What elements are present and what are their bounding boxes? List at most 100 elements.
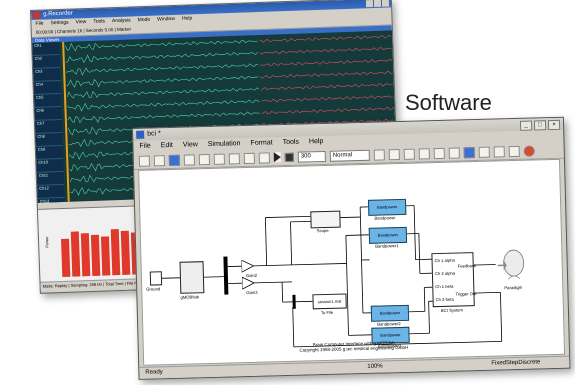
gain3-label: Gain3 bbox=[246, 289, 258, 296]
channel-label: Ch6 bbox=[34, 106, 62, 121]
bandpower-label-0: Bandpower bbox=[374, 215, 396, 221]
close-button[interactable] bbox=[381, 0, 390, 7]
mux-block[interactable] bbox=[292, 294, 296, 309]
menu-help[interactable]: Help bbox=[182, 14, 193, 22]
tofile-label: To File bbox=[320, 309, 334, 316]
run-icon[interactable] bbox=[273, 152, 281, 163]
power-bar bbox=[120, 230, 131, 275]
bci-output-0: Feedback bbox=[457, 263, 477, 269]
bci-input-3: Ch 2 beta bbox=[435, 296, 454, 303]
power-bar bbox=[70, 231, 81, 277]
eeg-trace bbox=[260, 58, 393, 67]
menu-file[interactable]: File bbox=[139, 141, 151, 153]
paradigm-label: Paradigm bbox=[504, 284, 523, 291]
paradigm-face-icon[interactable] bbox=[495, 247, 528, 284]
block-library-icon[interactable] bbox=[463, 146, 475, 158]
copy-icon[interactable] bbox=[213, 153, 225, 165]
gmobilab-block[interactable] bbox=[179, 261, 205, 294]
channel-label: Ch12 bbox=[37, 184, 65, 199]
bandpower-label-1: Bandpower1 bbox=[375, 243, 399, 249]
scope-block[interactable] bbox=[310, 210, 341, 229]
status-zoom: 100% bbox=[367, 363, 383, 370]
redo-icon[interactable] bbox=[258, 151, 270, 164]
bci-output-1: Trigger Out bbox=[455, 291, 477, 297]
dropdown-arrow-icon[interactable] bbox=[373, 148, 385, 161]
simulink-app-icon bbox=[136, 130, 145, 139]
bandpower-block-0[interactable]: Bandpower bbox=[367, 198, 407, 216]
channel-label: Ch4 bbox=[33, 80, 61, 95]
recorder-title: g.Recorder bbox=[43, 10, 73, 18]
menu-view[interactable]: View bbox=[183, 139, 198, 151]
table-icon[interactable] bbox=[478, 146, 490, 158]
eeg-trace bbox=[260, 83, 393, 91]
bci-system-label: BCI System bbox=[440, 307, 464, 313]
undo-icon[interactable] bbox=[243, 152, 255, 164]
new-file-icon[interactable] bbox=[138, 155, 151, 167]
save-icon[interactable] bbox=[168, 154, 180, 166]
bandpower-label-2: Bandpower2 bbox=[377, 321, 401, 327]
menu-format[interactable]: Format bbox=[250, 137, 272, 150]
channel-label: Ch9 bbox=[35, 145, 64, 160]
bci-input-2: Ch 1 beta bbox=[435, 283, 454, 290]
channel-label: Ch5 bbox=[33, 93, 62, 108]
bandpower-block-2[interactable]: Bandpower bbox=[370, 304, 410, 322]
eeg-trace bbox=[67, 99, 260, 112]
bci-input-0: Ch 1 alpha bbox=[434, 257, 455, 264]
status-ready: Ready bbox=[145, 369, 163, 376]
tofile-block[interactable]: session1.mat bbox=[312, 293, 347, 310]
eeg-trace bbox=[66, 63, 259, 76]
menu-simulation[interactable]: Simulation bbox=[208, 138, 241, 151]
model-explorer-icon[interactable] bbox=[403, 148, 415, 160]
bci-system-block[interactable]: Ch 1 alpha Ch 2 alpha Ch 1 beta Ch 2 bet… bbox=[431, 252, 477, 308]
eeg-trace bbox=[66, 87, 259, 99]
software-caption: Software bbox=[405, 90, 492, 115]
minimize-button[interactable]: _ bbox=[519, 120, 533, 131]
debug-icon[interactable] bbox=[433, 147, 445, 159]
time-cursor[interactable] bbox=[62, 41, 70, 202]
menu-window[interactable]: Window bbox=[157, 15, 175, 24]
record-icon[interactable] bbox=[523, 144, 535, 157]
menu-help[interactable]: Help bbox=[309, 136, 324, 148]
paste-icon[interactable] bbox=[228, 152, 240, 164]
channel-label: Ch8 bbox=[35, 132, 63, 147]
channel-label: Ch3 bbox=[33, 67, 61, 82]
status-solver: FixedStepDiscrete bbox=[491, 359, 541, 367]
help-icon[interactable] bbox=[508, 145, 520, 157]
maximize-button[interactable] bbox=[373, 0, 382, 7]
library-icon[interactable] bbox=[388, 148, 400, 160]
power-bar bbox=[100, 236, 111, 276]
sim-mode-select[interactable]: Normal bbox=[329, 149, 370, 162]
minimize-button[interactable] bbox=[365, 0, 374, 8]
power-bar bbox=[90, 234, 101, 276]
channel-label: Ch10 bbox=[36, 158, 64, 173]
close-button[interactable]: × bbox=[547, 119, 561, 131]
eeg-trace bbox=[65, 51, 258, 63]
bandpower-block-1[interactable]: Bandpower bbox=[368, 226, 408, 244]
print-icon[interactable] bbox=[183, 153, 195, 166]
ground-block[interactable] bbox=[149, 271, 163, 286]
update-icon[interactable] bbox=[418, 147, 430, 160]
eeg-trace bbox=[66, 75, 259, 88]
eeg-trace bbox=[261, 95, 394, 103]
app-icon bbox=[33, 11, 41, 19]
stop-icon[interactable] bbox=[284, 152, 294, 162]
eeg-trace bbox=[259, 34, 392, 43]
grid-icon[interactable] bbox=[493, 145, 505, 158]
power-bar bbox=[110, 229, 121, 276]
menu-mode[interactable]: Mode bbox=[137, 16, 151, 24]
menu-edit[interactable]: Edit bbox=[161, 140, 173, 152]
power-bar bbox=[80, 233, 91, 277]
channel-label: Ch11 bbox=[36, 171, 65, 186]
stop-time-input[interactable]: 300 bbox=[297, 150, 326, 163]
cut-icon[interactable] bbox=[198, 153, 210, 165]
gain2-label: Gain2 bbox=[245, 272, 258, 279]
model-canvas[interactable]: Ground gMOBIlab Gain2 Gain3 Scope sessio… bbox=[138, 158, 566, 366]
ground-label: Ground bbox=[146, 286, 161, 292]
simulink-title: bci * bbox=[147, 130, 161, 138]
simulink-window: bci * _ □ × File Edit View Simulation Fo… bbox=[132, 116, 571, 380]
eeg-trace bbox=[261, 106, 394, 115]
maximize-button[interactable]: □ bbox=[533, 120, 547, 131]
menu-tools[interactable]: Tools bbox=[283, 137, 300, 149]
open-folder-icon[interactable] bbox=[153, 154, 165, 166]
build-icon[interactable] bbox=[448, 146, 460, 159]
